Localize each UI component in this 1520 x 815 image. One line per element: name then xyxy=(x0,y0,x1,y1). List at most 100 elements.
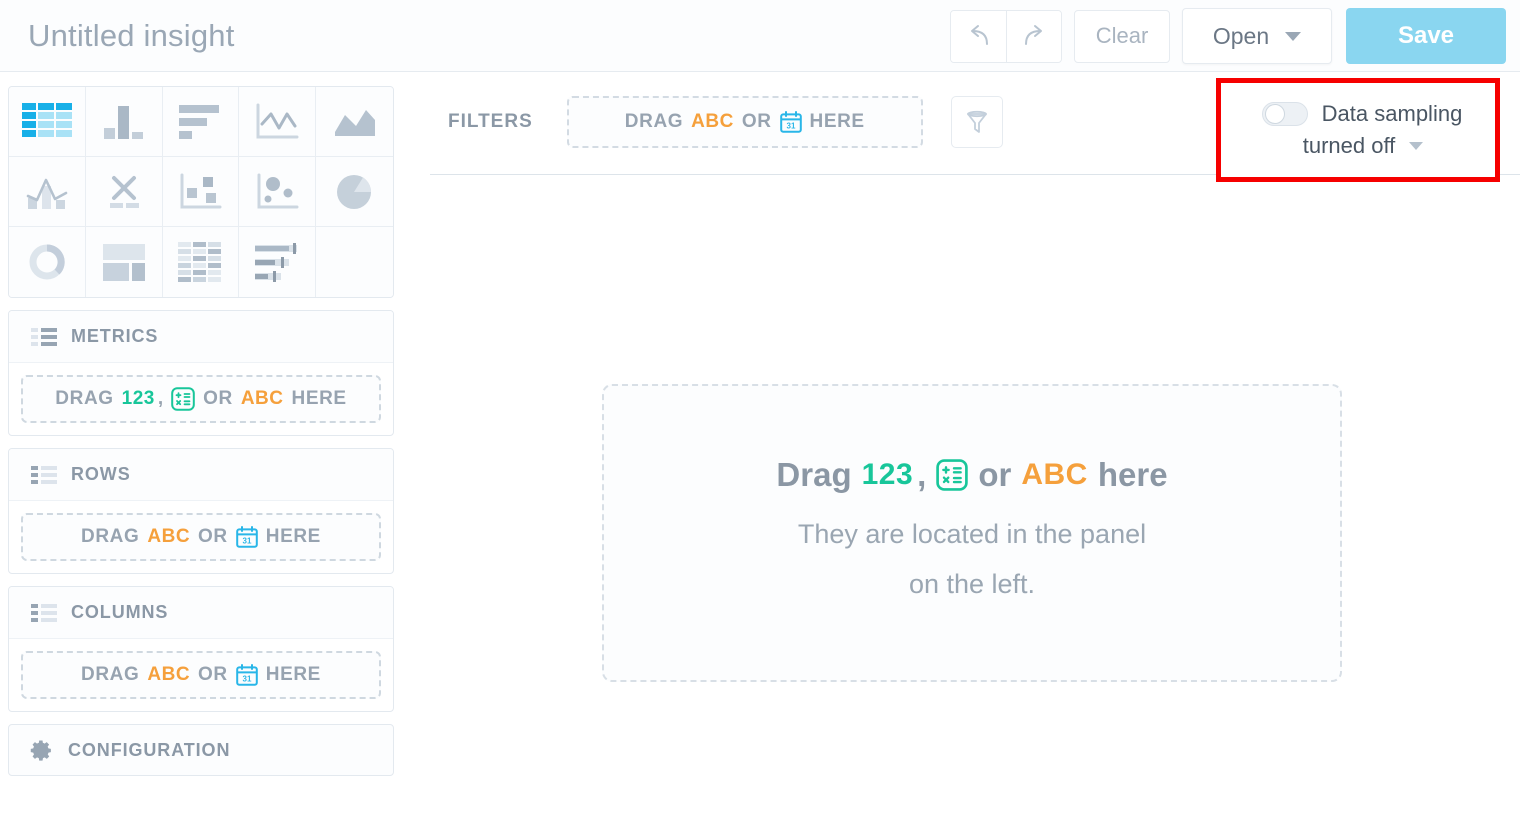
chevron-down-icon xyxy=(1285,31,1302,41)
data-sampling-label-line-1: Data sampling xyxy=(1321,101,1463,126)
calculator-icon xyxy=(171,387,195,411)
canvas-or-label: or xyxy=(978,456,1012,494)
rows-drag-label: DRAG xyxy=(81,526,140,547)
list-icon xyxy=(31,327,57,346)
chart-type-bullet-chart[interactable] xyxy=(239,227,317,297)
chart-type-dashboard-layout[interactable] xyxy=(85,227,163,297)
chart-type-grid xyxy=(8,86,394,298)
columns-drag-label: DRAG xyxy=(81,664,140,685)
metrics-here-label: HERE xyxy=(291,388,347,409)
svg-text:31: 31 xyxy=(242,537,251,546)
filters-token-abc: ABC xyxy=(691,111,734,132)
canvas-drag-line: Drag 123 , or ABC here xyxy=(776,456,1167,494)
area-chart-icon xyxy=(334,109,375,136)
filter-settings-button[interactable] xyxy=(950,96,1003,148)
open-button-label: Open xyxy=(1212,22,1270,49)
calendar-icon: 31 xyxy=(235,664,258,686)
rows-token-abc: ABC xyxy=(147,526,191,547)
list-icon xyxy=(31,465,57,484)
table-icon xyxy=(21,102,72,137)
canvas-comma: , xyxy=(917,456,927,494)
metrics-comma: , xyxy=(157,388,164,409)
data-sampling-toggle[interactable] xyxy=(1261,102,1308,126)
metrics-dropzone[interactable]: DRAG 123 , OR ABC HERE xyxy=(21,375,381,423)
open-button[interactable]: Open xyxy=(1182,8,1332,64)
rows-here-label: HERE xyxy=(265,526,321,547)
filters-here-label: HERE xyxy=(809,111,865,132)
heatmap-icon xyxy=(178,242,222,282)
undo-arrow-icon xyxy=(970,25,988,45)
undo-button[interactable] xyxy=(951,10,1006,62)
chart-type-heatmap-chart[interactable] xyxy=(162,227,240,297)
chevron-down-icon[interactable] xyxy=(1409,142,1424,150)
rows-section-title: ROWS xyxy=(71,464,131,484)
save-button[interactable]: Save xyxy=(1346,8,1506,64)
app-header: Untitled insight Clear Open Save xyxy=(0,0,1520,72)
data-sampling-row-1: Data sampling xyxy=(1261,101,1463,127)
chart-type-scatter-x-chart[interactable] xyxy=(85,157,163,227)
metrics-or-label: OR xyxy=(203,388,233,409)
filters-label: FILTERS xyxy=(448,111,533,132)
insight-designer-app: Untitled insight Clear Open Save METRICS… xyxy=(0,0,1520,815)
rows-section: ROWS DRAG ABC OR 31 HERE xyxy=(8,448,394,574)
data-sampling-row-2[interactable]: turned off xyxy=(1301,133,1424,159)
chart-type-empty-slot[interactable] xyxy=(316,227,393,297)
data-sampling-highlight: Data sampling turned off xyxy=(1216,78,1500,182)
canvas-dropzone[interactable]: Drag 123 , or ABC here They are located … xyxy=(602,384,1342,682)
scatter-x-icon xyxy=(109,175,139,208)
main-area: FILTERS DRAG ABC OR 31 HERE Drag 123 , o… xyxy=(410,86,1520,815)
data-sampling-control[interactable]: Data sampling turned off xyxy=(1221,83,1495,177)
clear-button[interactable]: Clear xyxy=(1074,9,1170,63)
canvas-subtitle-line-2: on the left. xyxy=(908,569,1036,599)
rows-or-label: OR xyxy=(198,526,228,547)
bullet-chart-icon xyxy=(255,243,298,282)
chart-type-bubble-chart[interactable] xyxy=(239,157,317,227)
chart-type-line-chart[interactable] xyxy=(239,87,317,157)
gear-icon xyxy=(30,740,51,761)
chart-type-combo-chart[interactable] xyxy=(9,157,86,227)
metrics-section: METRICS DRAG 123 , OR ABC HERE xyxy=(8,310,394,436)
bubble-chart-icon xyxy=(257,173,299,208)
calculator-icon xyxy=(936,459,969,491)
svg-text:31: 31 xyxy=(242,675,251,684)
dashboard-layout-icon xyxy=(102,244,145,281)
data-sampling-label-line-2: turned off xyxy=(1302,133,1396,158)
canvas-token-123: 123 xyxy=(861,458,914,492)
canvas-drag-label: Drag xyxy=(776,456,852,494)
chart-type-bar-chart[interactable] xyxy=(162,87,240,157)
redo-button[interactable] xyxy=(1006,10,1061,62)
line-chart-icon xyxy=(256,103,299,138)
chart-type-treemap-chart[interactable] xyxy=(162,157,240,227)
left-panel: METRICS DRAG 123 , OR ABC HERE ROWS DRAG… xyxy=(8,86,394,776)
columns-dropzone[interactable]: DRAG ABC OR 31 HERE xyxy=(21,651,381,699)
page-title[interactable]: Untitled insight xyxy=(28,18,235,54)
toggle-knob xyxy=(1264,104,1285,124)
canvas-subtitle-line-1: They are located in the panel xyxy=(797,519,1147,550)
rows-dropzone[interactable]: DRAG ABC OR 31 HERE xyxy=(21,513,381,561)
chart-type-column-chart[interactable] xyxy=(85,87,163,157)
header-actions: Clear Open Save xyxy=(950,0,1520,72)
chart-type-donut-chart[interactable] xyxy=(9,227,86,297)
filters-dropzone[interactable]: DRAG ABC OR 31 HERE xyxy=(566,96,923,148)
svg-text:31: 31 xyxy=(786,122,795,131)
metrics-drag-label: DRAG xyxy=(55,388,114,409)
columns-or-label: OR xyxy=(198,664,228,685)
undo-redo-group xyxy=(950,9,1062,63)
combo-chart-icon xyxy=(26,178,68,209)
rows-section-header: ROWS xyxy=(9,449,393,501)
donut-chart-icon xyxy=(29,244,65,280)
configuration-section[interactable]: CONFIGURATION xyxy=(8,724,394,776)
chart-type-area-chart[interactable] xyxy=(316,87,393,157)
metrics-section-title: METRICS xyxy=(71,326,159,346)
metrics-token-123: 123 xyxy=(121,388,155,409)
column-chart-icon xyxy=(103,105,143,139)
chart-type-pie-chart[interactable] xyxy=(316,157,393,227)
columns-section-header: COLUMNS xyxy=(9,587,393,639)
chart-type-table[interactable] xyxy=(9,87,86,157)
columns-here-label: HERE xyxy=(265,664,321,685)
calendar-icon: 31 xyxy=(779,111,802,133)
list-icon xyxy=(31,603,57,622)
columns-section: COLUMNS DRAG ABC OR 31 HERE xyxy=(8,586,394,712)
columns-section-title: COLUMNS xyxy=(71,602,169,622)
funnel-icon xyxy=(966,110,987,133)
